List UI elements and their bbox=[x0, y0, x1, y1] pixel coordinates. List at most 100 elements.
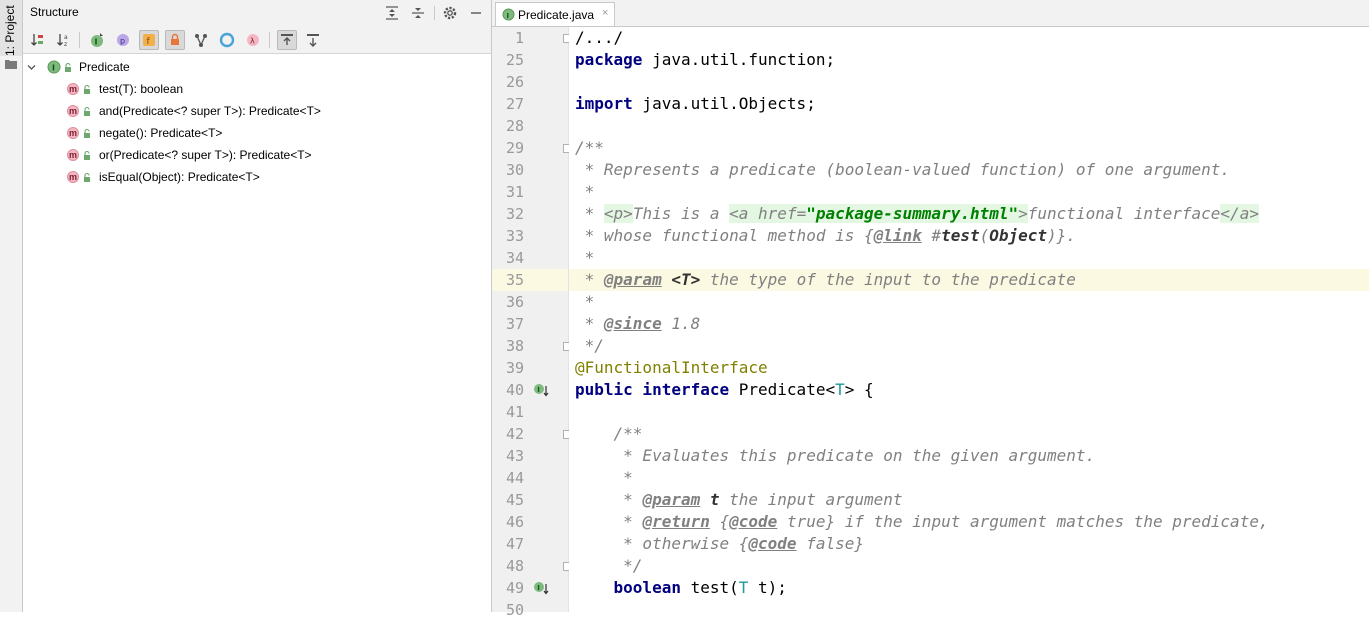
line-number: 27 bbox=[505, 95, 524, 113]
implemented-icon[interactable]: I bbox=[533, 580, 549, 596]
lock-icon bbox=[84, 173, 90, 182]
close-icon[interactable]: × bbox=[602, 7, 608, 19]
line-number: 32 bbox=[505, 205, 524, 223]
code-line-40: public interface Predicate<T> { bbox=[575, 380, 874, 399]
sort-alphabetically-icon[interactable]: az bbox=[54, 30, 74, 50]
svg-text:I: I bbox=[537, 386, 540, 394]
line-number: 34 bbox=[505, 249, 524, 267]
line-number: 45 bbox=[505, 491, 524, 509]
tree-item[interactable]: m isEqual(Object): Predicate<T> bbox=[23, 167, 491, 187]
lambdas-icon[interactable]: λ bbox=[243, 30, 263, 50]
line-number: 49 bbox=[505, 579, 524, 597]
code-line-30: * Represents a predicate (boolean-valued… bbox=[575, 160, 1231, 179]
minimize-icon[interactable] bbox=[467, 4, 485, 22]
folder-icon bbox=[5, 60, 17, 69]
svg-text:I: I bbox=[95, 38, 98, 47]
panel-title: Structure bbox=[30, 5, 79, 19]
interface-icon: I bbox=[47, 60, 61, 74]
code-line-25: package java.util.function; bbox=[575, 50, 836, 69]
lock-icon bbox=[65, 63, 71, 72]
code-line-35: * @param <T> the type of the input to th… bbox=[575, 270, 1076, 289]
show-non-public-icon[interactable] bbox=[165, 30, 185, 50]
svg-text:I: I bbox=[52, 64, 55, 73]
line-number: 28 bbox=[505, 117, 524, 135]
tree-root[interactable]: I Predicate bbox=[23, 57, 491, 77]
editor-tab-bar: I Predicate.java × bbox=[492, 0, 1369, 27]
line-number: 41 bbox=[505, 403, 524, 421]
code-line-44: * bbox=[575, 468, 633, 487]
static-method-icon: m bbox=[67, 171, 79, 183]
collapse-all-icon[interactable] bbox=[409, 4, 427, 22]
lock-icon bbox=[84, 129, 90, 138]
interface-file-icon: I bbox=[502, 8, 515, 21]
line-number: 47 bbox=[505, 535, 524, 553]
code-editor[interactable]: /.../ package java.util.function; import… bbox=[569, 27, 1369, 612]
tree-root-label: Predicate bbox=[79, 60, 130, 74]
svg-text:I: I bbox=[537, 584, 540, 592]
lock-icon bbox=[84, 151, 90, 160]
tree-item-label: or(Predicate<? super T>): Predicate<T> bbox=[99, 148, 312, 162]
show-fields-tree-icon[interactable] bbox=[191, 30, 211, 50]
code-line-47: * otherwise {@code false} bbox=[575, 534, 864, 553]
code-line-38: */ bbox=[575, 336, 604, 355]
line-number: 43 bbox=[505, 447, 524, 465]
method-icon: m bbox=[67, 149, 79, 161]
method-icon: m bbox=[67, 105, 79, 117]
svg-text:a: a bbox=[64, 34, 68, 41]
tab-label: Predicate.java bbox=[518, 8, 595, 22]
structure-toolbar: az I p f λ bbox=[23, 26, 491, 54]
line-number: 40 bbox=[505, 381, 524, 399]
line-number: 1 bbox=[514, 29, 524, 47]
svg-text:z: z bbox=[64, 41, 67, 48]
line-number: 25 bbox=[505, 51, 524, 69]
line-number: 33 bbox=[505, 227, 524, 245]
lock-icon bbox=[84, 85, 90, 94]
project-tool-tab[interactable]: 1: Project bbox=[0, 0, 22, 56]
svg-text:p: p bbox=[120, 37, 125, 46]
editor-gutter: 1 25 26 27 28 29 30 31 32 33 34 35 36 37… bbox=[492, 27, 572, 619]
code-line-1: /.../ bbox=[575, 28, 624, 47]
tree-item-label: negate(): Predicate<T> bbox=[99, 126, 223, 140]
method-icon: m bbox=[67, 127, 79, 139]
show-fields-icon[interactable]: f bbox=[139, 30, 159, 50]
line-number: 26 bbox=[505, 73, 524, 91]
implemented-icon[interactable]: I bbox=[533, 382, 549, 398]
lock-icon bbox=[84, 107, 90, 116]
sort-by-visibility-icon[interactable] bbox=[28, 30, 48, 50]
code-line-34: * bbox=[575, 248, 595, 267]
code-line-49: boolean test(T t); bbox=[613, 578, 787, 597]
tree-item[interactable]: m and(Predicate<? super T>): Predicate<T… bbox=[23, 101, 491, 121]
code-line-39: @FunctionalInterface bbox=[575, 358, 768, 377]
line-number: 44 bbox=[505, 469, 524, 487]
line-number: 30 bbox=[505, 161, 524, 179]
tab-predicate-java[interactable]: I Predicate.java × bbox=[495, 2, 615, 26]
show-properties-icon[interactable]: p bbox=[113, 30, 133, 50]
code-line-31: * bbox=[575, 182, 595, 201]
tree-item-label: and(Predicate<? super T>): Predicate<T> bbox=[99, 104, 321, 118]
show-inherited-icon[interactable]: I bbox=[87, 30, 107, 50]
tree-item[interactable]: m or(Predicate<? super T>): Predicate<T> bbox=[23, 145, 491, 165]
code-line-46: * @return {@code true} if the input argu… bbox=[575, 512, 1269, 531]
gear-icon[interactable] bbox=[441, 4, 459, 22]
svg-text:λ: λ bbox=[250, 37, 255, 46]
line-number: 36 bbox=[505, 293, 524, 311]
code-line-36: * bbox=[575, 292, 595, 311]
line-number: 35 bbox=[505, 271, 524, 289]
expand-all-icon[interactable] bbox=[383, 4, 401, 22]
line-number: 42 bbox=[505, 425, 524, 443]
line-number: 37 bbox=[505, 315, 524, 333]
chevron-down-icon[interactable] bbox=[27, 63, 36, 72]
anonymous-classes-icon[interactable] bbox=[217, 30, 237, 50]
code-line-33: * whose functional method is {@link #tes… bbox=[575, 226, 1076, 245]
code-line-48: */ bbox=[575, 556, 643, 575]
autoscroll-from-source-icon[interactable] bbox=[303, 30, 323, 50]
method-icon: m bbox=[67, 83, 79, 95]
project-tab-label[interactable]: 1: Project bbox=[3, 5, 17, 56]
tool-window-strip: 1: Project bbox=[0, 0, 23, 612]
code-line-43: * Evaluates this predicate on the given … bbox=[575, 446, 1096, 465]
code-line-29: /** bbox=[575, 138, 604, 157]
autoscroll-to-source-icon[interactable] bbox=[277, 30, 297, 50]
code-line-42: /** bbox=[575, 424, 643, 443]
tree-item[interactable]: m test(T): boolean bbox=[23, 79, 491, 99]
tree-item[interactable]: m negate(): Predicate<T> bbox=[23, 123, 491, 143]
